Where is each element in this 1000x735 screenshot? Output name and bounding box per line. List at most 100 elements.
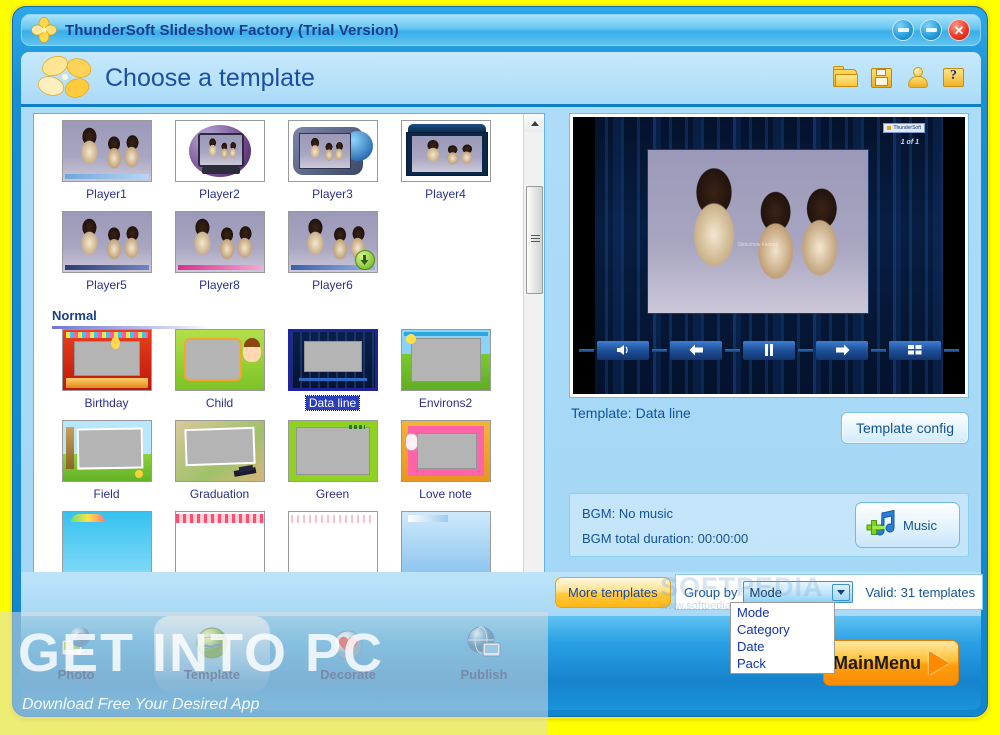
pause-button[interactable] <box>743 340 795 360</box>
template-thumbnail[interactable] <box>61 511 152 573</box>
app-logo-icon <box>31 17 57 43</box>
open-folder-icon[interactable] <box>833 66 859 90</box>
template-item[interactable] <box>389 511 502 573</box>
scroll-up-button[interactable] <box>524 114 544 132</box>
page-title: Choose a template <box>105 63 315 92</box>
next-button[interactable] <box>816 340 868 360</box>
template-item[interactable]: Environs2 <box>389 329 502 410</box>
group-by-select[interactable]: Mode <box>743 581 854 603</box>
preview-watermark-text: ThunderSoft <box>893 125 921 131</box>
publish-icon <box>465 624 503 662</box>
template-thumbnail[interactable] <box>285 327 380 393</box>
more-templates-button[interactable]: More templates <box>555 577 671 608</box>
template-browser-panel: Player1 Player2 Player3 Player4 Player5 Playe… <box>33 113 545 611</box>
main-menu-label: MainMenu <box>833 652 921 673</box>
template-item[interactable]: Green <box>276 420 389 501</box>
template-item[interactable]: Player8 <box>163 211 276 292</box>
scrollbar-thumb[interactable] <box>526 186 543 294</box>
save-icon[interactable] <box>869 66 895 90</box>
nav-item-label: Template <box>183 667 241 682</box>
player-rail <box>798 348 813 352</box>
template-item[interactable]: Graduation <box>163 420 276 501</box>
template-item[interactable]: Love note <box>389 420 502 501</box>
template-thumbnail[interactable] <box>61 329 152 391</box>
volume-icon <box>617 345 628 355</box>
chevron-down-icon[interactable] <box>832 584 851 601</box>
close-icon: ✕ <box>953 22 965 38</box>
template-item[interactable]: Player1 <box>50 120 163 201</box>
template-thumbnail[interactable] <box>400 420 491 482</box>
template-thumbnail[interactable] <box>400 329 491 391</box>
photo-icon <box>57 624 95 662</box>
template-thumbnail[interactable] <box>400 120 491 182</box>
template-thumbnail[interactable] <box>174 211 265 273</box>
group-by-label: Group by <box>684 584 738 600</box>
template-thumbnail[interactable] <box>287 511 378 573</box>
player-rail <box>579 348 594 352</box>
minimize-button[interactable] <box>892 19 914 41</box>
template-thumbnail[interactable] <box>174 420 265 482</box>
template-label: Graduation <box>189 487 250 501</box>
page-header: Choose a template ? <box>21 52 981 107</box>
preview-photo: Slideshow Factory <box>647 149 869 314</box>
template-thumbnail[interactable] <box>400 511 491 573</box>
template-thumbnail[interactable] <box>287 420 378 482</box>
template-item[interactable] <box>163 511 276 573</box>
bgm-panel: BGM: No music BGM total duration: 00:00:… <box>569 493 969 557</box>
template-label: Birthday <box>84 396 129 410</box>
template-thumbnail[interactable] <box>287 120 378 182</box>
template-config-button[interactable]: Template config <box>840 412 969 444</box>
template-item[interactable] <box>276 511 389 573</box>
preview-stage: ThunderSoft 1 of 1 Slideshow Factory <box>573 117 965 394</box>
template-item[interactable]: Birthday <box>50 329 163 410</box>
preview-box: ThunderSoft 1 of 1 Slideshow Factory <box>569 113 969 398</box>
thumbnails-button[interactable] <box>889 340 941 360</box>
template-item[interactable] <box>50 511 163 573</box>
group-by-option[interactable]: Mode <box>731 604 834 621</box>
template-label: Data line <box>304 395 361 411</box>
pause-icon <box>765 344 773 356</box>
template-scrollbar[interactable] <box>523 114 544 610</box>
preview-player-controls <box>579 339 959 361</box>
maximize-button[interactable] <box>920 19 942 41</box>
header-flower-icon <box>35 54 97 102</box>
group-by-option[interactable]: Category <box>731 621 834 638</box>
play-arrow-icon <box>929 651 949 675</box>
nav-item-decorate[interactable]: Decorate <box>293 624 403 690</box>
nav-item-template[interactable]: Template <box>154 616 270 694</box>
group-by-option[interactable]: Pack <box>731 655 834 672</box>
user-icon[interactable] <box>905 66 931 90</box>
template-item[interactable]: Field <box>50 420 163 501</box>
slide-counter: 1 of 1 <box>900 139 919 146</box>
help-icon[interactable]: ? <box>941 66 967 90</box>
music-button[interactable]: Music <box>855 502 960 548</box>
template-grid: Player1 Player2 Player3 Player4 Player5 Playe… <box>34 114 524 583</box>
template-label: Player3 <box>312 187 353 201</box>
group-by-option[interactable]: Date <box>731 638 834 655</box>
nav-item-label: Decorate <box>320 667 376 682</box>
template-item[interactable]: Player5 <box>50 211 163 292</box>
template-item[interactable]: Player2 <box>163 120 276 201</box>
template-thumbnail[interactable] <box>61 420 152 482</box>
group-by-dropdown[interactable]: Mode Category Date Pack <box>730 602 835 674</box>
template-thumbnail[interactable] <box>287 211 378 273</box>
volume-button[interactable] <box>597 340 649 360</box>
template-item[interactable]: Child <box>163 329 276 410</box>
grid-icon <box>908 345 922 355</box>
template-scroll-area[interactable]: Player1 Player2 Player3 Player4 Player5 Playe… <box>34 114 524 610</box>
download-badge-icon <box>354 250 375 270</box>
template-item[interactable]: Player3 <box>276 120 389 201</box>
template-item[interactable]: Player4 <box>389 120 502 201</box>
template-thumbnail[interactable] <box>61 120 152 182</box>
template-thumbnail[interactable] <box>174 329 265 391</box>
close-button[interactable]: ✕ <box>948 19 970 41</box>
template-item[interactable]: Player6 <box>276 211 389 292</box>
template-thumbnail[interactable] <box>61 211 152 273</box>
nav-item-publish[interactable]: Publish <box>429 624 539 690</box>
template-item[interactable]: Data line <box>276 327 389 411</box>
nav-item-photo[interactable]: Photo <box>21 624 131 690</box>
main-menu-button[interactable]: MainMenu <box>823 640 959 686</box>
previous-button[interactable] <box>670 340 722 360</box>
template-thumbnail[interactable] <box>174 511 265 573</box>
template-thumbnail[interactable] <box>174 120 265 182</box>
